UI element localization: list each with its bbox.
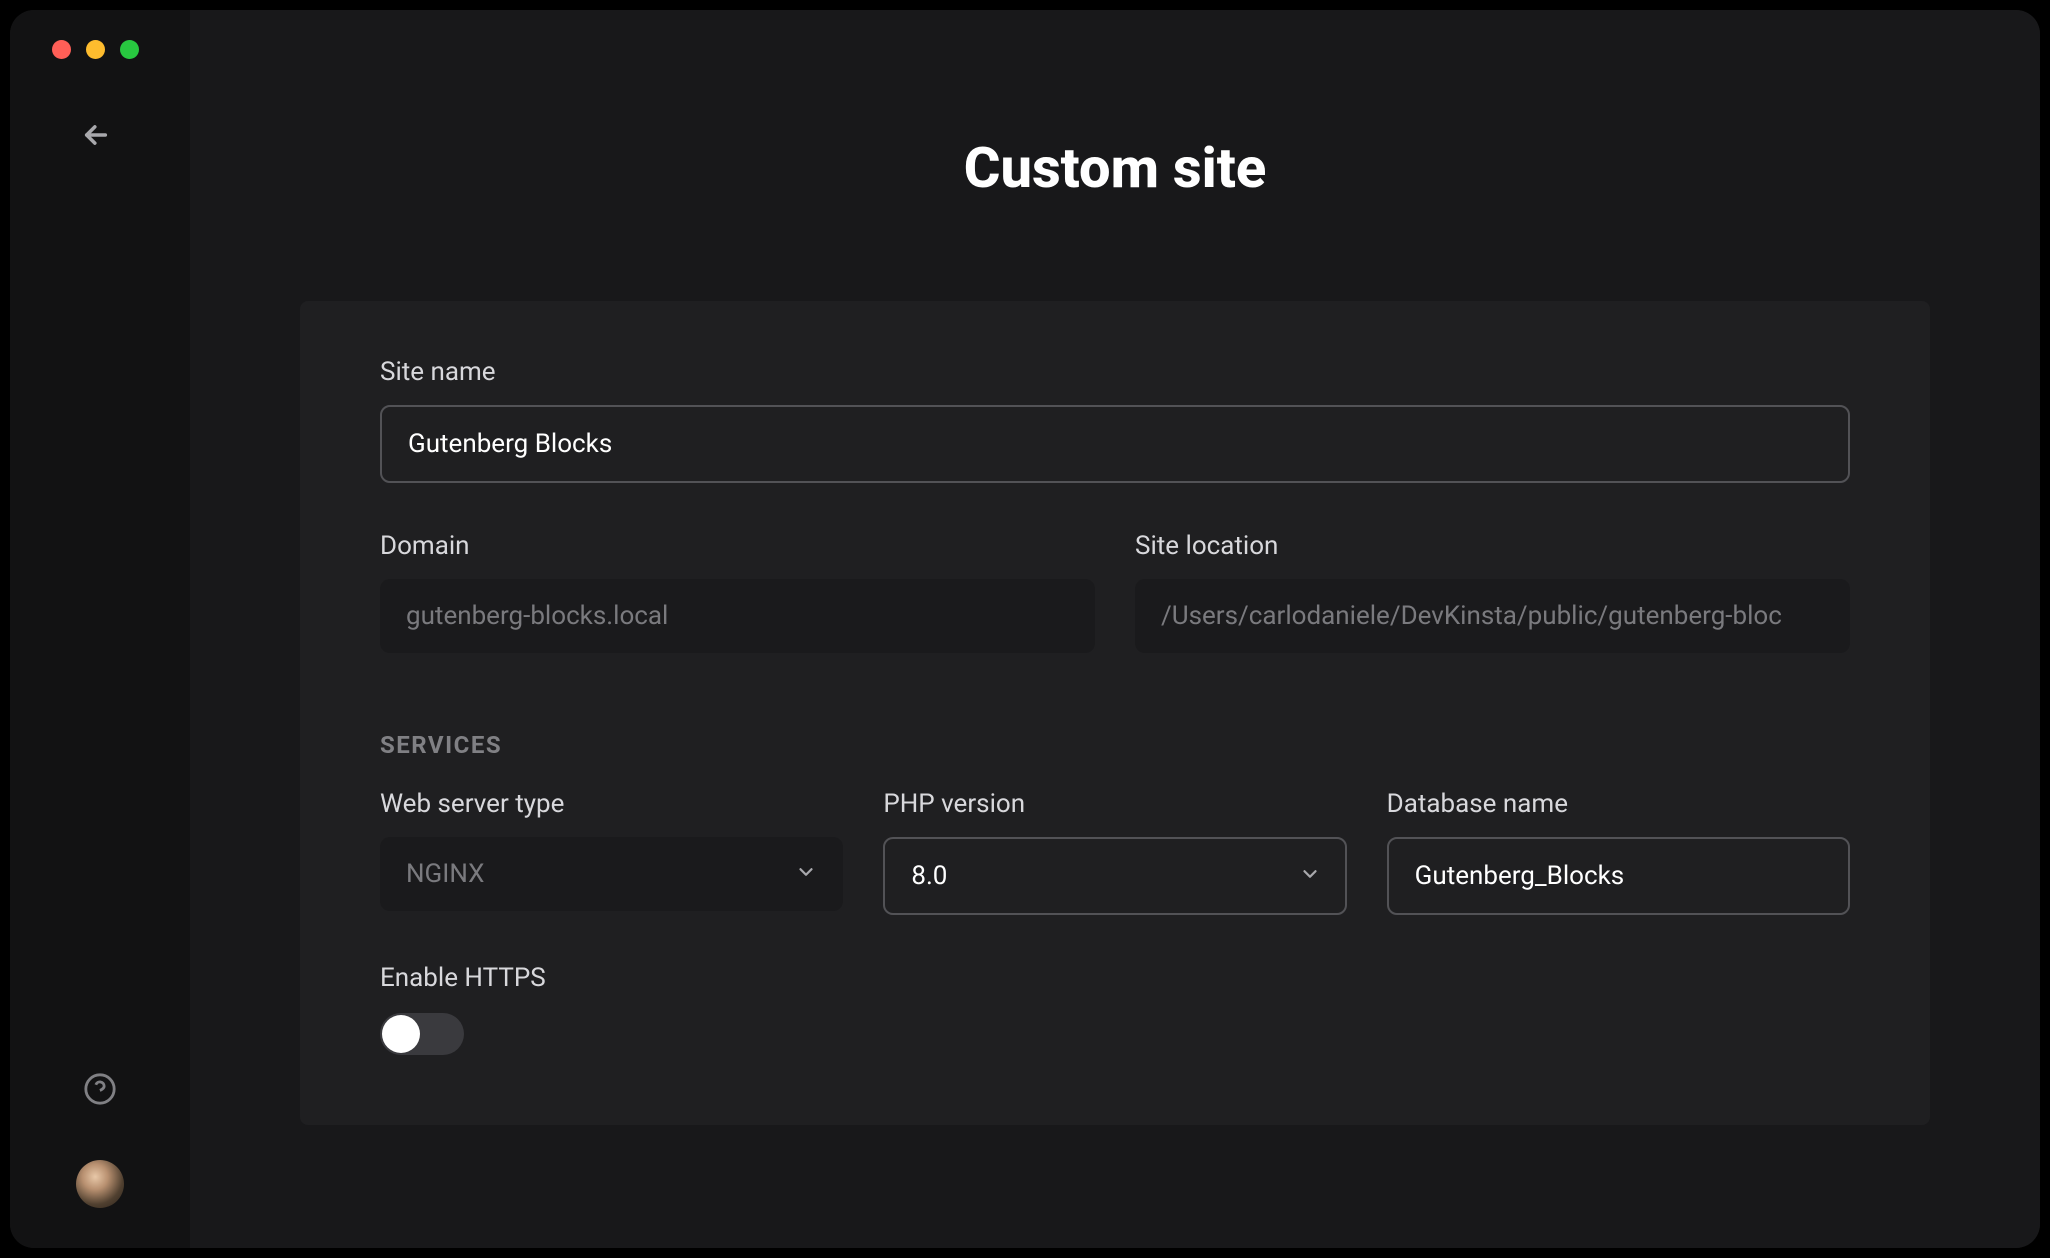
user-avatar[interactable] [76, 1160, 124, 1208]
php-version-select-wrapper: 8.0 [883, 837, 1346, 915]
services-section-header: SERVICES [380, 731, 1850, 759]
php-version-label: PHP version [883, 789, 1346, 819]
database-name-group: Database name [1387, 789, 1850, 915]
domain-input [380, 579, 1095, 653]
page-title: Custom site [190, 10, 2040, 301]
window-controls [10, 10, 190, 89]
site-name-group: Site name [380, 357, 1850, 483]
close-window-button[interactable] [52, 40, 71, 59]
site-location-label: Site location [1135, 531, 1850, 561]
help-circle-icon [83, 1072, 117, 1106]
main-content: Custom site Site name Domain Site locati… [190, 10, 2040, 1248]
sidebar-bottom [10, 1072, 190, 1208]
app-window: Custom site Site name Domain Site locati… [10, 10, 2040, 1248]
domain-group: Domain [380, 531, 1095, 653]
php-version-select[interactable]: 8.0 [883, 837, 1346, 915]
web-server-type-label: Web server type [380, 789, 843, 819]
services-row: Web server type NGINX PHP version [380, 789, 1850, 963]
site-name-label: Site name [380, 357, 1850, 387]
php-version-group: PHP version 8.0 [883, 789, 1346, 915]
help-button[interactable] [83, 1072, 117, 1110]
minimize-window-button[interactable] [86, 40, 105, 59]
back-button[interactable] [10, 89, 190, 185]
site-location-group: Site location [1135, 531, 1850, 653]
enable-https-toggle[interactable] [380, 1013, 464, 1055]
database-name-input[interactable] [1387, 837, 1850, 915]
site-location-input [1135, 579, 1850, 653]
web-server-type-select-wrapper: NGINX [380, 837, 843, 911]
toggle-knob [382, 1015, 420, 1053]
domain-label: Domain [380, 531, 1095, 561]
sidebar [10, 10, 190, 1248]
web-server-type-group: Web server type NGINX [380, 789, 843, 915]
web-server-type-select[interactable]: NGINX [380, 837, 843, 911]
enable-https-group: Enable HTTPS [380, 963, 1850, 1055]
enable-https-label: Enable HTTPS [380, 963, 1850, 993]
database-name-label: Database name [1387, 789, 1850, 819]
form-card: Site name Domain Site location SERVICES [300, 301, 1930, 1125]
site-name-input[interactable] [380, 405, 1850, 483]
maximize-window-button[interactable] [120, 40, 139, 59]
domain-location-row: Domain Site location [380, 531, 1850, 701]
arrow-left-icon [82, 121, 110, 149]
